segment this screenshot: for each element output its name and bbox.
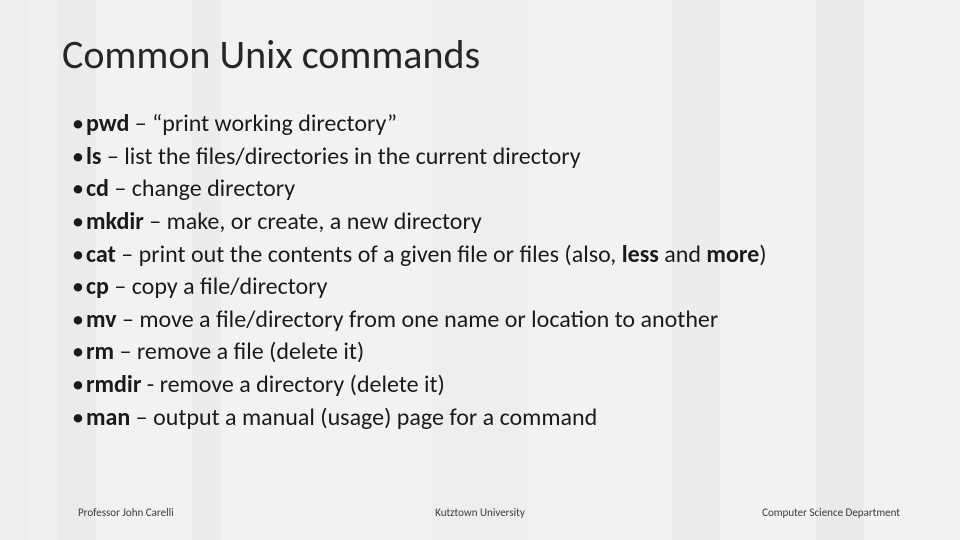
separator: – xyxy=(129,109,152,138)
separator: – xyxy=(130,403,153,432)
inline-command: more xyxy=(706,240,759,269)
command-name: cd xyxy=(86,174,109,203)
separator: – xyxy=(144,207,167,236)
bullet-icon: • xyxy=(72,206,86,239)
slide-body: • pwd – “print working directory”• ls – … xyxy=(72,108,910,434)
bullet-icon: • xyxy=(72,402,86,435)
bullet-item: • cd – change directory xyxy=(72,173,910,206)
separator: – xyxy=(101,142,124,171)
bullet-icon: • xyxy=(72,173,86,206)
description-text: remove a file (delete it) xyxy=(137,337,364,366)
separator: – xyxy=(109,272,132,301)
bullet-item: • mv – move a file/directory from one na… xyxy=(72,304,910,337)
bullet-icon: • xyxy=(72,304,86,337)
bullet-icon: • xyxy=(72,336,86,369)
bullet-item: • man – output a manual (usage) page for… xyxy=(72,402,910,435)
command-name: man xyxy=(86,403,130,432)
bullet-icon: • xyxy=(72,271,86,304)
command-name: cat xyxy=(86,240,116,269)
command-name: mv xyxy=(86,305,117,334)
separator: – xyxy=(116,240,139,269)
inline-command: less xyxy=(622,240,659,269)
description-text: remove a directory (delete it) xyxy=(160,370,445,399)
description-text: list the files/directories in the curren… xyxy=(124,142,580,171)
bullet-item: • mkdir – make, or create, a new directo… xyxy=(72,206,910,239)
command-name: pwd xyxy=(86,109,129,138)
bullet-icon: • xyxy=(72,108,86,141)
footer-right: Computer Science Department xyxy=(762,506,900,519)
bullet-item: • rmdir - remove a directory (delete it) xyxy=(72,369,910,402)
bullet-item: • cp – copy a file/directory xyxy=(72,271,910,304)
description-text: copy a file/directory xyxy=(132,272,328,301)
description-text: “print working directory” xyxy=(152,109,397,138)
command-name: mkdir xyxy=(86,207,144,236)
command-name: rmdir xyxy=(86,370,141,399)
footer-left: Professor John Carelli xyxy=(78,506,174,519)
description-text: output a manual (usage) page for a comma… xyxy=(153,403,597,432)
bullet-item: • pwd – “print working directory” xyxy=(72,108,910,141)
separator: – xyxy=(117,305,140,334)
slide-footer: Professor John Carelli Kutztown Universi… xyxy=(0,502,960,522)
join-text: and xyxy=(659,240,707,269)
description-text: print out the contents of a given file o… xyxy=(139,240,622,269)
description-text: move a file/directory from one name or l… xyxy=(139,305,718,334)
bullet-icon: • xyxy=(72,369,86,402)
separator: – xyxy=(114,337,137,366)
command-name: cp xyxy=(86,272,109,301)
slide: Common Unix commands • pwd – “print work… xyxy=(0,0,960,540)
bullet-icon: • xyxy=(72,239,86,272)
separator: - xyxy=(141,370,159,399)
bullet-icon: • xyxy=(72,141,86,174)
bullet-item: • cat – print out the contents of a give… xyxy=(72,239,910,272)
description-text: make, or create, a new directory xyxy=(167,207,482,236)
command-name: rm xyxy=(86,337,114,366)
separator: – xyxy=(109,174,132,203)
slide-title: Common Unix commands xyxy=(62,30,480,79)
command-name: ls xyxy=(86,142,101,171)
bullet-item: • rm – remove a file (delete it) xyxy=(72,336,910,369)
description-tail: ) xyxy=(759,240,766,269)
bullet-item: • ls – list the files/directories in the… xyxy=(72,141,910,174)
description-text: change directory xyxy=(132,174,295,203)
